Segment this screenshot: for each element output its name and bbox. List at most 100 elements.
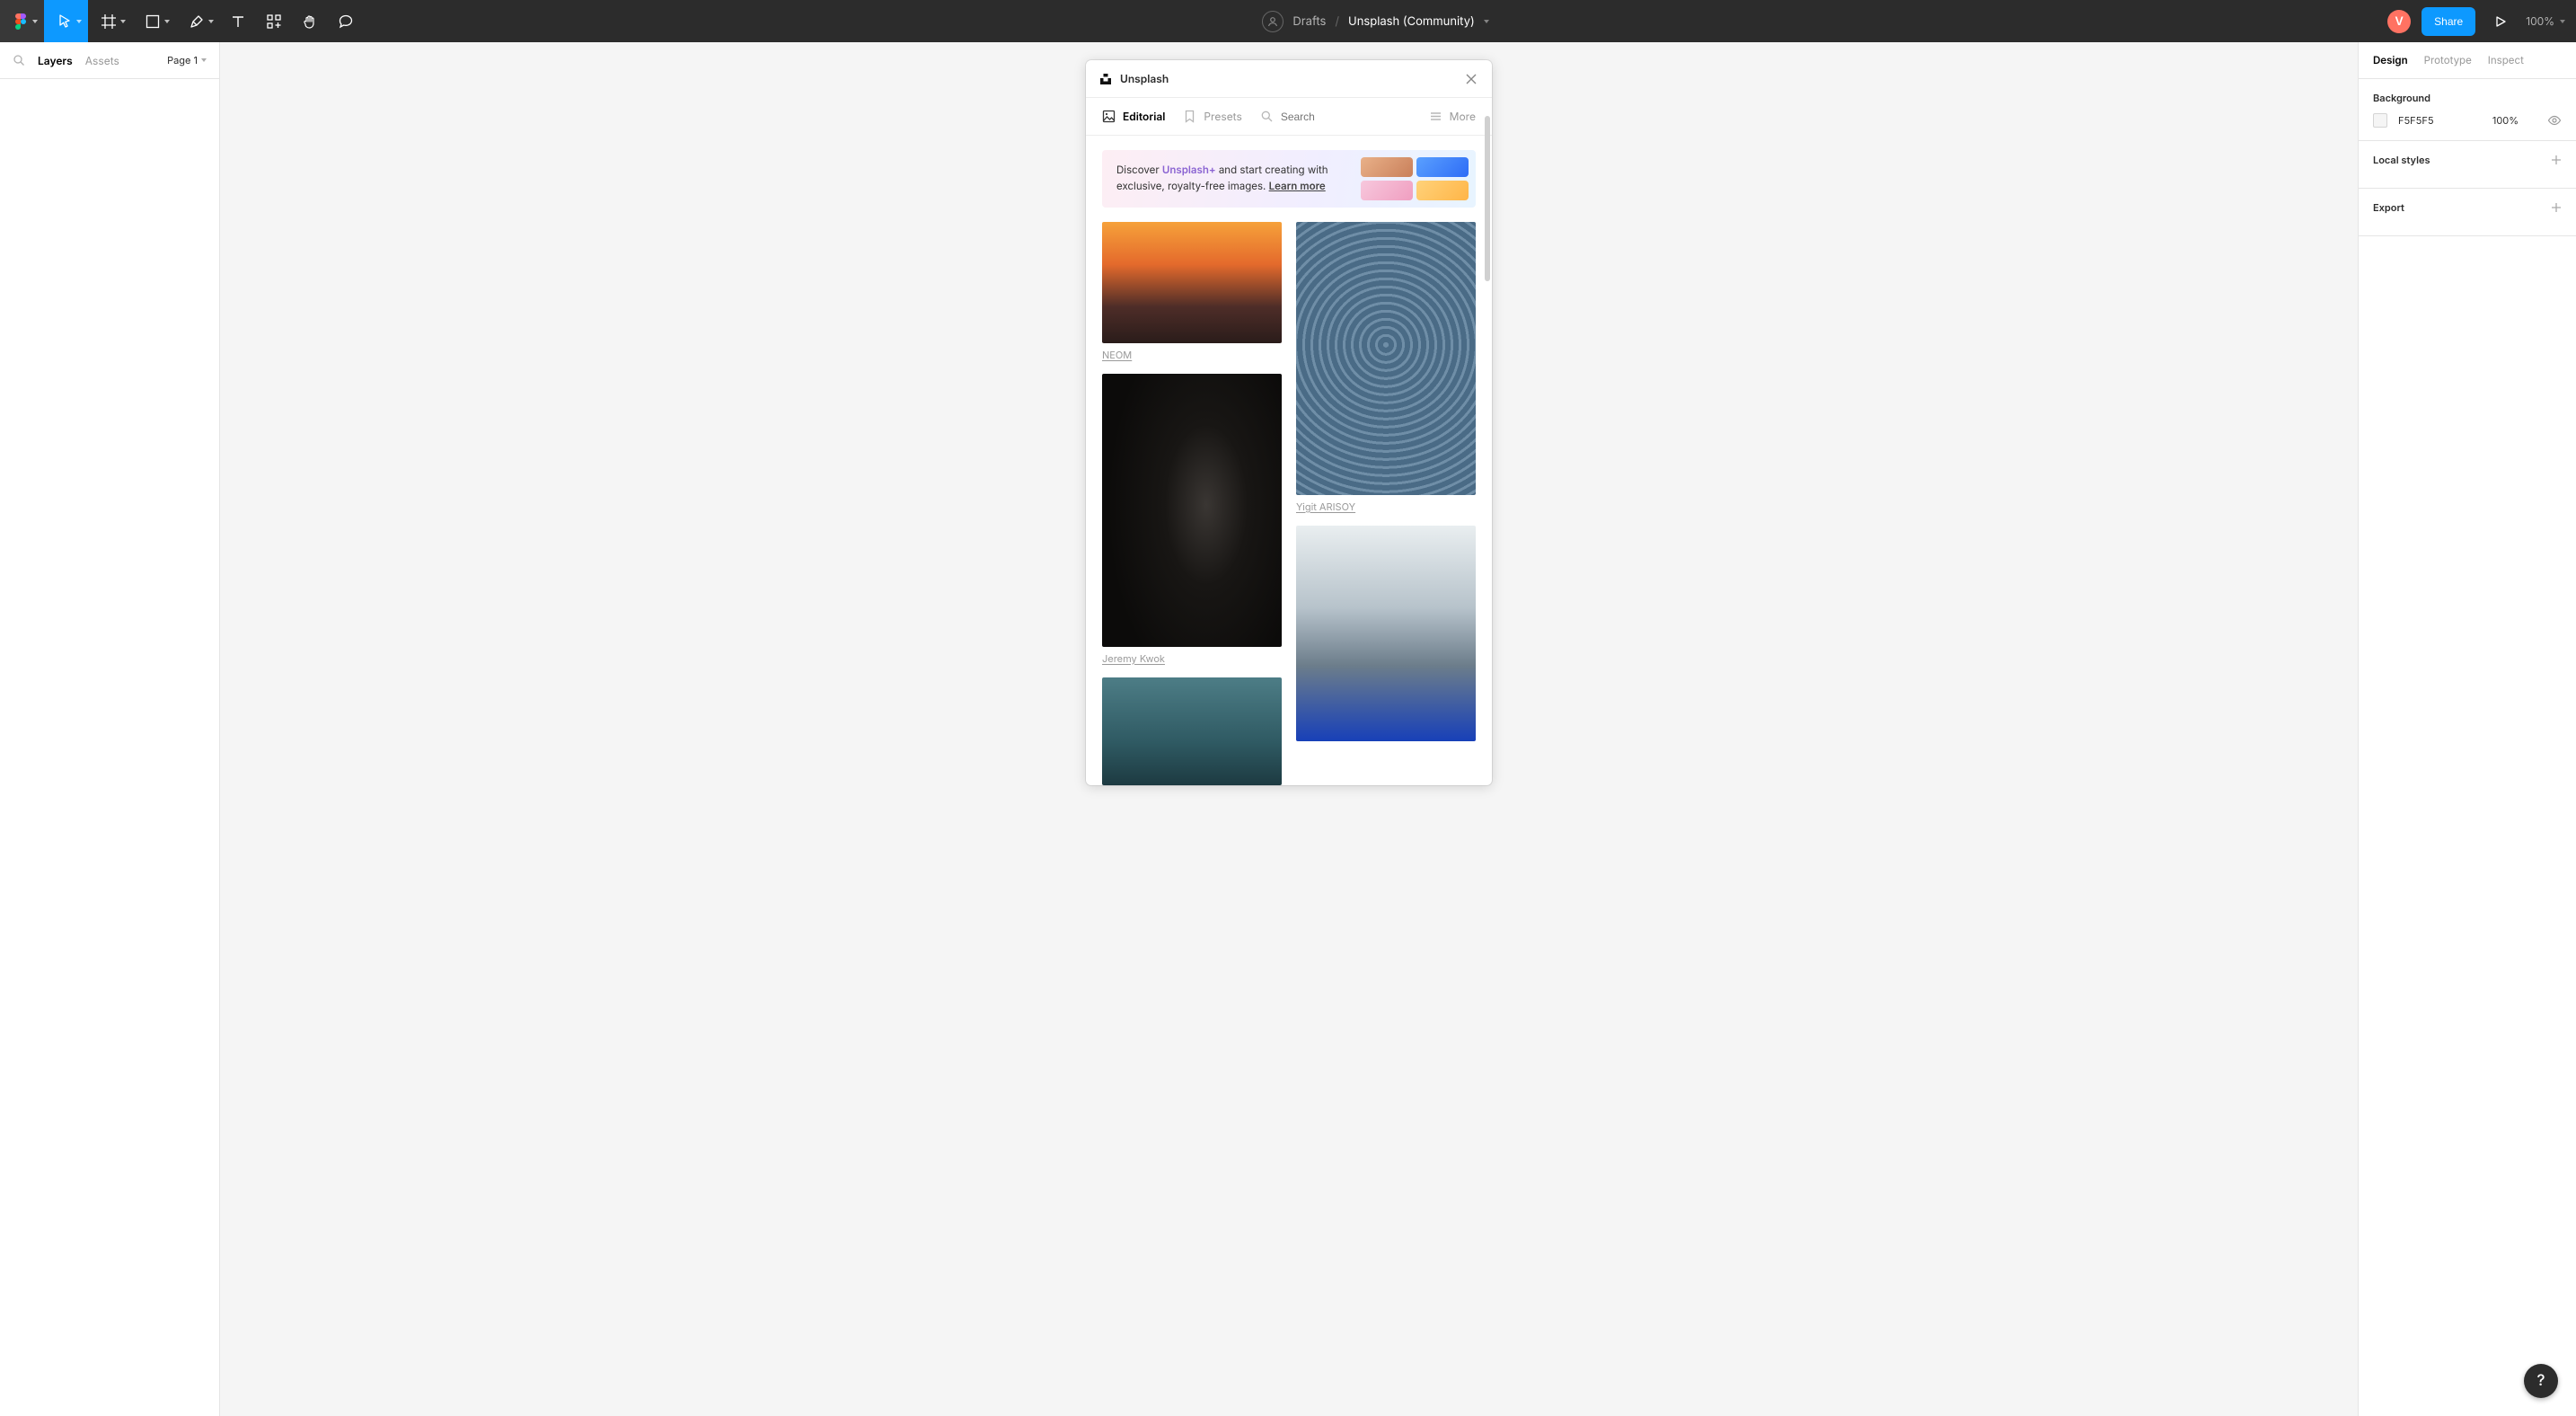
plugin-search-input[interactable] (1281, 111, 1380, 123)
close-icon[interactable] (1465, 73, 1478, 85)
tab-inspect[interactable]: Inspect (2488, 54, 2524, 66)
figma-logo-icon (13, 13, 29, 30)
section-export: Export (2359, 189, 2576, 236)
image-icon (1102, 110, 1116, 123)
plugin-tab-presets[interactable]: Presets (1183, 110, 1241, 123)
comment-tool-button[interactable] (328, 0, 364, 42)
chevron-down-icon (120, 20, 126, 23)
plugin-tab-label: Editorial (1123, 110, 1165, 123)
photo-item[interactable]: Jeremy Kwok (1102, 374, 1282, 665)
photo-thumbnail[interactable] (1296, 526, 1476, 741)
unsplash-logo-icon (1100, 74, 1111, 84)
resources-icon (266, 13, 282, 30)
plugin-tab-editorial[interactable]: Editorial (1102, 110, 1165, 123)
photo-credit[interactable]: Yigit ARISOY (1296, 500, 1355, 513)
breadcrumb-drafts[interactable]: Drafts (1292, 14, 1326, 29)
promo-link-learn-more[interactable]: Learn more (1269, 180, 1326, 192)
toolbar-right: V Share 100% (2387, 0, 2576, 42)
plus-icon[interactable] (2551, 202, 2562, 213)
canvas[interactable]: Unsplash Editorial (220, 42, 2358, 1416)
promo-banner[interactable]: Discover Unsplash+ and start creating wi… (1102, 150, 1476, 208)
share-button[interactable]: Share (2422, 7, 2475, 36)
right-panel: Design Prototype Inspect Background F5F5… (2358, 42, 2576, 1416)
export-title: Export (2373, 201, 2404, 214)
background-opacity[interactable]: 100% (2492, 114, 2519, 127)
chevron-down-icon (2560, 20, 2565, 23)
promo-lead: Discover (1116, 164, 1162, 176)
right-panel-tabs: Design Prototype Inspect (2359, 42, 2576, 79)
plugin-scrollbar[interactable] (1485, 116, 1490, 281)
photo-thumbnail[interactable] (1102, 374, 1282, 647)
pen-tool-button[interactable] (176, 0, 220, 42)
background-hex[interactable]: F5F5F5 (2398, 114, 2434, 127)
user-avatar[interactable]: V (2387, 10, 2411, 33)
plugin-titlebar[interactable]: Unsplash (1086, 60, 1492, 98)
team-avatar[interactable] (1262, 11, 1284, 32)
text-tool-button[interactable] (220, 0, 256, 42)
chevron-down-icon (208, 20, 214, 23)
chevron-down-icon (201, 58, 207, 62)
photo-item[interactable]: NEOM (1102, 222, 1282, 361)
tab-assets[interactable]: Assets (85, 54, 119, 67)
tab-layers[interactable]: Layers (38, 54, 73, 67)
present-button[interactable] (2486, 7, 2515, 36)
help-button[interactable]: ? (2524, 1364, 2558, 1398)
promo-thumbnails (1361, 157, 1469, 200)
move-tool-button[interactable] (44, 0, 88, 42)
photo-item[interactable] (1296, 526, 1476, 741)
background-row[interactable]: F5F5F5 100% (2373, 113, 2562, 128)
background-title: Background (2373, 92, 2430, 104)
comment-icon (338, 13, 354, 30)
photo-credit[interactable]: NEOM (1102, 349, 1132, 361)
play-icon (2494, 15, 2507, 28)
pen-icon (189, 13, 205, 30)
file-name[interactable]: Unsplash (Community) (1348, 14, 1475, 29)
promo-link-unsplash-plus[interactable]: Unsplash+ (1162, 164, 1216, 176)
breadcrumb-separator: / (1335, 14, 1339, 29)
plugin-more-button[interactable]: More (1429, 110, 1476, 123)
photo-item[interactable] (1102, 677, 1282, 785)
main-menu-button[interactable] (0, 0, 44, 42)
plugin-title: Unsplash (1120, 72, 1169, 85)
plugin-tabs: Editorial Presets (1086, 98, 1492, 136)
toolbar: Drafts / Unsplash (Community) V Share 10… (0, 0, 2576, 42)
plugin-search[interactable] (1260, 110, 1380, 123)
section-title-background: Background (2373, 92, 2562, 104)
user-icon (1266, 15, 1279, 28)
plugin-more-label: More (1450, 110, 1476, 123)
chevron-down-icon (32, 20, 38, 23)
tab-design[interactable]: Design (2373, 54, 2408, 66)
left-panel: Layers Assets Page 1 (0, 42, 220, 1416)
plugin-window-unsplash: Unsplash Editorial (1086, 60, 1492, 785)
frame-tool-button[interactable] (88, 0, 132, 42)
resources-button[interactable] (256, 0, 292, 42)
photo-item[interactable]: Yigit ARISOY (1296, 222, 1476, 513)
breadcrumb: Drafts / Unsplash (Community) (1262, 11, 1488, 32)
photo-credit[interactable]: Jeremy Kwok (1102, 652, 1165, 665)
menu-icon (1429, 110, 1442, 123)
zoom-control[interactable]: 100% (2526, 14, 2565, 28)
rectangle-icon (145, 13, 161, 30)
photo-thumbnail[interactable] (1296, 222, 1476, 495)
hand-tool-button[interactable] (292, 0, 328, 42)
zoom-value: 100% (2526, 14, 2554, 28)
hand-icon (302, 13, 318, 30)
chevron-down-icon (76, 20, 82, 23)
plugin-tab-label: Presets (1204, 110, 1241, 123)
visibility-icon[interactable] (2547, 113, 2562, 128)
plugin-body: Discover Unsplash+ and start creating wi… (1086, 136, 1492, 785)
toolbar-left (0, 0, 364, 42)
plus-icon[interactable] (2551, 155, 2562, 165)
section-background: Background F5F5F5 100% (2359, 79, 2576, 141)
photo-thumbnail[interactable] (1102, 677, 1282, 785)
tab-prototype[interactable]: Prototype (2424, 54, 2472, 66)
photo-thumbnail[interactable] (1102, 222, 1282, 343)
search-icon[interactable] (13, 54, 25, 66)
section-local-styles: Local styles (2359, 141, 2576, 189)
workspace: Layers Assets Page 1 Unsplash (0, 42, 2576, 1416)
background-swatch[interactable] (2373, 113, 2387, 128)
chevron-down-icon[interactable] (1484, 20, 1489, 23)
page-selector[interactable]: Page 1 (167, 54, 207, 66)
bookmark-icon (1183, 110, 1196, 123)
shape-tool-button[interactable] (132, 0, 176, 42)
